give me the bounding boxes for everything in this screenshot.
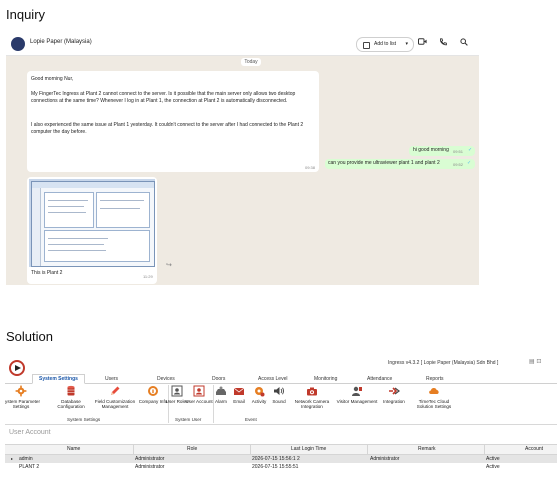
tab-bar: System Settings Users Devices Doors Acce… [5, 374, 557, 384]
activity-icon [253, 385, 265, 397]
add-to-list-button[interactable]: Add to list ▾ [356, 37, 414, 52]
app-window: Ingress v4.3.2 [ Lopie Paper (Malaysia) … [5, 355, 557, 488]
inquiry-heading: Inquiry [6, 7, 46, 22]
table-cell: 2026-07-15 15:56:1 2 [252, 456, 300, 462]
chat-panel: Lopie Paper (Malaysia) Add to list ▾ Tod… [6, 33, 479, 285]
camera-icon [306, 385, 318, 397]
message-greeting: Good morning Nur, [31, 76, 74, 82]
table-cell: Active [486, 456, 500, 462]
tool-label: Sound [272, 399, 286, 404]
table-cell: admin [19, 456, 33, 462]
message-paragraph: My FingerTec Ingress at Plant 2 cannot c… [31, 91, 296, 105]
double-check-icon: ✓ [467, 160, 472, 166]
tab-monitoring[interactable]: Monitoring [314, 375, 337, 383]
tab-attendance[interactable]: Attendance [367, 375, 392, 383]
incoming-message: Good morning Nur, My FingerTec Ingress a… [27, 71, 319, 172]
forward-icon[interactable]: ↪ [166, 261, 172, 269]
tool-label: System Parameter Settings [5, 399, 41, 410]
column-header[interactable]: Role [187, 445, 197, 454]
user-account-icon [193, 385, 205, 397]
thumbnail-window [31, 181, 155, 267]
email-icon [233, 385, 245, 397]
avatar-icon[interactable] [11, 37, 25, 51]
image-caption: This is Plant 2 [31, 270, 63, 276]
app-title: Ingress v4.3.2 [ Lopie Paper (Malaysia) … [388, 360, 499, 366]
network-camera-integration-button[interactable]: Network Camera Integration [289, 385, 335, 410]
message-text: can you provide me ultraviewer plant 1 a… [328, 160, 440, 166]
tool-label: TimeTec Cloud Solution Settings [416, 399, 452, 410]
outgoing-message: hi good morning 09:51 ✓ [409, 146, 475, 156]
row-selector-icon: ▸ [11, 456, 14, 461]
message-time: 09:38 [304, 165, 315, 170]
app-logo-icon[interactable] [9, 360, 25, 376]
group-label: System Settings [67, 417, 101, 422]
add-to-list-label: Add to list [374, 41, 396, 47]
column-header[interactable]: Remark [418, 445, 436, 454]
database-configuration-button[interactable]: Database Configuration [51, 385, 91, 410]
pencil-icon [109, 385, 121, 397]
database-icon [65, 385, 77, 397]
contact-name[interactable]: Lopie Paper (Malaysia) [30, 39, 92, 45]
message-time: 09:52 [453, 162, 464, 167]
message-time: 09:51 [453, 149, 464, 154]
tab-reports[interactable]: Reports [426, 375, 444, 383]
list-icon [363, 42, 370, 49]
table-cell: 2026-07-15 15:55:51 [252, 464, 299, 470]
field-customization-management-button[interactable]: Field Customization Management [91, 385, 139, 410]
cloud-icon [428, 385, 440, 397]
image-message[interactable]: This is Plant 2 11:29 [27, 177, 157, 284]
info-icon [147, 385, 159, 397]
visitor-icon [351, 385, 363, 397]
table-cell: Active [486, 464, 500, 470]
double-check-icon: ✓ [468, 147, 473, 153]
tool-label: Integration [383, 399, 405, 404]
timetec-cloud-solution-settings-button[interactable]: TimeTec Cloud Solution Settings [410, 385, 458, 410]
column-header[interactable]: Last Login Time [291, 445, 326, 454]
solution-heading: Solution [6, 329, 53, 344]
integration-button[interactable]: Integration [374, 385, 414, 404]
message-paragraph: I also experienced the same issue at Pla… [31, 122, 304, 136]
tool-label: Database Configuration [57, 399, 85, 410]
table-cell: Administrator [135, 464, 165, 470]
tab-devices[interactable]: Devices [157, 375, 175, 383]
screenshot-thumbnail[interactable] [29, 179, 155, 267]
gear-icon [15, 385, 27, 397]
table-row[interactable]: ▸ admin Administrator 2026-07-15 15:56:1… [5, 455, 557, 463]
column-header[interactable]: Account [525, 445, 543, 454]
tab-doors[interactable]: Doors [212, 375, 225, 383]
table-cell: Administrator [370, 456, 400, 462]
user-roles-icon [171, 385, 183, 397]
tab-system-settings[interactable]: System Settings [32, 374, 85, 384]
date-divider: Today [241, 58, 261, 66]
window-controls-icon[interactable]: ▤ ⊡ [529, 358, 541, 365]
section-title: User Account [9, 429, 51, 436]
message-time: 11:29 [143, 274, 153, 279]
tool-label: Visitor Management [336, 399, 378, 404]
table-header: Name Role Last Login Time Remark Account [5, 444, 557, 455]
visitor-management-button[interactable]: Visitor Management [335, 385, 379, 404]
tool-label: Field Customization Management [94, 399, 136, 410]
video-call-icon[interactable] [417, 38, 427, 48]
tab-users[interactable]: Users [105, 375, 118, 383]
phone-icon[interactable] [438, 38, 448, 48]
table-cell: Administrator [135, 456, 165, 462]
chevron-down-icon: ▾ [405, 41, 408, 47]
tab-access-level[interactable]: Access Level [258, 375, 287, 383]
sound-icon [273, 385, 285, 397]
chat-header: Lopie Paper (Malaysia) Add to list ▾ [6, 33, 479, 56]
column-header[interactable]: Name [67, 445, 80, 454]
outgoing-message: can you provide me ultraviewer plant 1 a… [325, 159, 475, 169]
tool-label: Email [233, 399, 245, 404]
group-label: System User [175, 417, 202, 422]
tool-label: Network Camera Integration [294, 399, 330, 410]
table-row[interactable]: PLANT 2 Administrator 2026-07-15 15:55:5… [5, 463, 557, 471]
integration-icon [388, 385, 400, 397]
group-label: Event [245, 417, 257, 422]
message-text: hi good morning [413, 147, 449, 153]
search-icon[interactable] [459, 38, 469, 48]
system-parameter-settings-button[interactable]: System Parameter Settings [5, 385, 41, 410]
table-cell: PLANT 2 [19, 464, 40, 470]
